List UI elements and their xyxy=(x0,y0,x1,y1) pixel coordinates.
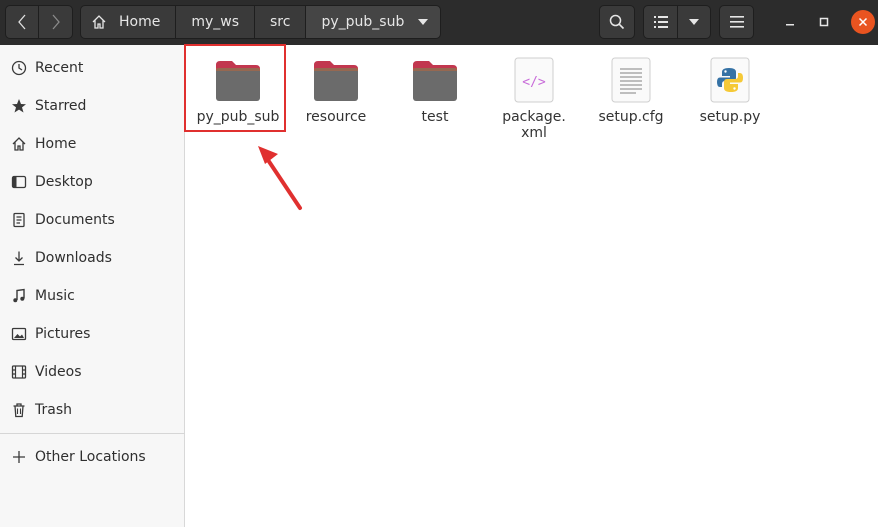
maximize-button[interactable] xyxy=(812,10,836,34)
back-button[interactable] xyxy=(5,5,39,39)
menu-button[interactable] xyxy=(719,5,754,39)
sidebar-item-starred[interactable]: Starred xyxy=(0,89,185,123)
chevron-right-icon xyxy=(52,14,60,30)
sidebar-item-label: Music xyxy=(35,288,75,304)
file-item-setup-cfg[interactable]: setup.cfg xyxy=(583,53,679,125)
sidebar-item-label: Pictures xyxy=(35,326,91,342)
plus-icon xyxy=(10,448,28,466)
sidebar-item-label: Trash xyxy=(35,402,72,418)
clock-icon xyxy=(10,59,28,77)
home-icon xyxy=(10,135,28,153)
file-item-setup-py[interactable]: setup.py xyxy=(682,53,778,125)
breadcrumb-label: Home xyxy=(119,14,161,30)
chevron-left-icon xyxy=(18,14,26,30)
breadcrumb-src[interactable]: src xyxy=(254,5,307,39)
breadcrumb: Home my_ws src py_pub_sub xyxy=(80,5,442,39)
sidebar-divider xyxy=(0,433,185,434)
trash-icon xyxy=(10,401,28,419)
music-icon xyxy=(10,287,28,305)
folder-icon xyxy=(288,53,384,103)
sidebar-item-home[interactable]: Home xyxy=(0,127,185,161)
caret-down-icon xyxy=(689,19,699,25)
sidebar-item-music[interactable]: Music xyxy=(0,279,185,313)
sidebar-item-label: Desktop xyxy=(35,174,93,190)
forward-button[interactable] xyxy=(38,5,73,39)
file-name: setup.cfg xyxy=(598,109,664,125)
breadcrumb-current[interactable]: py_pub_sub xyxy=(305,5,442,39)
file-name: package. xml xyxy=(502,109,566,141)
file-item-resource[interactable]: resource xyxy=(288,53,384,125)
file-item-package-xml[interactable]: </> package. xml xyxy=(486,53,582,141)
highlight-box xyxy=(184,44,286,132)
sidebar-item-label: Downloads xyxy=(35,250,112,266)
breadcrumb-label: src xyxy=(270,14,291,30)
file-item-test[interactable]: test xyxy=(387,53,483,125)
hamburger-menu-icon xyxy=(729,16,744,28)
list-view-icon xyxy=(653,16,668,28)
picture-icon xyxy=(10,325,28,343)
file-view: py_pub_sub resource test </> package. xm… xyxy=(184,44,878,527)
caret-down-icon xyxy=(418,19,429,25)
file-name: test xyxy=(421,109,449,125)
sidebar-item-label: Home xyxy=(35,136,77,152)
breadcrumb-label: py_pub_sub xyxy=(321,14,405,30)
minimize-button[interactable] xyxy=(778,10,802,34)
sidebar-item-trash[interactable]: Trash xyxy=(0,393,185,427)
text-file-icon xyxy=(583,53,679,103)
sidebar-item-label: Recent xyxy=(35,60,84,76)
python-file-icon xyxy=(682,53,778,103)
header-bar: Home my_ws src py_pub_sub xyxy=(0,0,878,45)
home-icon xyxy=(91,14,107,30)
close-button[interactable] xyxy=(851,10,875,34)
sidebar-item-label: Starred xyxy=(35,98,87,114)
sidebar-item-label: Other Locations xyxy=(35,449,146,465)
view-options-button[interactable] xyxy=(677,5,711,39)
sidebar-item-documents[interactable]: Documents xyxy=(0,203,185,237)
breadcrumb-home[interactable]: Home xyxy=(80,5,177,39)
annotation-arrow xyxy=(258,146,302,210)
folder-icon xyxy=(387,53,483,103)
close-icon xyxy=(858,17,868,27)
search-button[interactable] xyxy=(599,5,635,39)
breadcrumb-my-ws[interactable]: my_ws xyxy=(175,5,256,39)
desktop-icon xyxy=(10,173,28,191)
minimize-icon xyxy=(786,24,794,26)
star-icon xyxy=(10,97,28,115)
sidebar-item-label: Documents xyxy=(35,212,115,228)
sidebar-item-other-locations[interactable]: Other Locations xyxy=(0,440,185,474)
file-name: resource xyxy=(305,109,367,125)
search-icon xyxy=(609,14,625,30)
sidebar: Recent Starred Home Desktop Documents Do… xyxy=(0,45,185,527)
breadcrumb-label: my_ws xyxy=(191,14,240,30)
sidebar-item-pictures[interactable]: Pictures xyxy=(0,317,185,351)
file-name: setup.py xyxy=(699,109,761,125)
maximize-icon xyxy=(819,17,829,27)
document-icon xyxy=(10,211,28,229)
svg-text:</>: </> xyxy=(522,75,546,90)
sidebar-item-downloads[interactable]: Downloads xyxy=(0,241,185,275)
xml-file-icon: </> xyxy=(486,53,582,103)
sidebar-item-desktop[interactable]: Desktop xyxy=(0,165,185,199)
sidebar-item-videos[interactable]: Videos xyxy=(0,355,185,389)
sidebar-item-label: Videos xyxy=(35,364,82,380)
list-view-button[interactable] xyxy=(643,5,678,39)
sidebar-item-recent[interactable]: Recent xyxy=(0,51,185,85)
download-icon xyxy=(10,249,28,267)
video-icon xyxy=(10,363,28,381)
